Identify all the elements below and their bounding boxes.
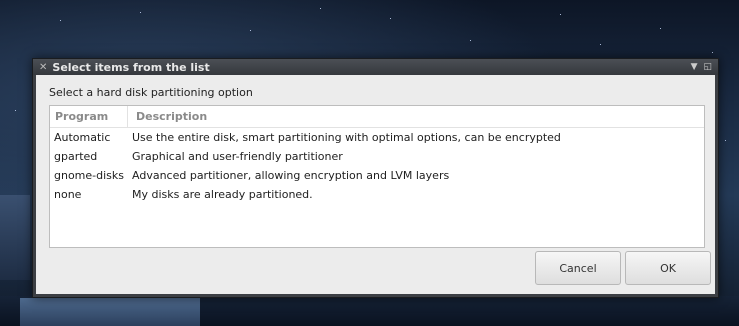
program-cell: none	[54, 188, 82, 201]
description-cell: Graphical and user-friendly partitioner	[132, 150, 343, 163]
column-header-program[interactable]: Program	[50, 106, 128, 127]
background-window-edge	[0, 195, 30, 280]
close-icon[interactable]: ✕	[39, 62, 47, 73]
column-header-description[interactable]: Description	[128, 110, 207, 123]
program-cell: gparted	[54, 150, 98, 163]
program-cell: Automatic	[54, 131, 111, 144]
taskbar-tile	[20, 298, 200, 326]
maximize-icon[interactable]: ◱	[703, 62, 712, 72]
ok-button[interactable]: OK	[625, 251, 711, 285]
options-list[interactable]: Program Description Automatic Use the en…	[49, 105, 705, 248]
list-header: Program Description	[50, 106, 704, 128]
description-cell: Use the entire disk, smart partitioning …	[132, 131, 561, 144]
prompt-label: Select a hard disk partitioning option	[49, 86, 253, 99]
description-cell: My disks are already partitioned.	[132, 188, 313, 201]
list-item[interactable]: gnome-disks Advanced partitioner, allowi…	[50, 166, 704, 185]
list-item[interactable]: gparted Graphical and user-friendly part…	[50, 147, 704, 166]
list-item[interactable]: none My disks are already partitioned.	[50, 185, 704, 204]
program-cell: gnome-disks	[54, 169, 125, 182]
list-item[interactable]: Automatic Use the entire disk, smart par…	[50, 128, 704, 147]
dialog-titlebar[interactable]: ✕ Select items from the list ▼ ◱	[33, 59, 718, 75]
select-items-dialog: ✕ Select items from the list ▼ ◱ Select …	[32, 58, 719, 298]
dialog-title: Select items from the list	[52, 60, 210, 74]
description-cell: Advanced partitioner, allowing encryptio…	[132, 169, 450, 182]
dialog-body: Select a hard disk partitioning option P…	[36, 75, 715, 294]
dropdown-arrow-icon[interactable]: ▼	[691, 62, 698, 72]
cancel-button[interactable]: Cancel	[535, 251, 621, 285]
